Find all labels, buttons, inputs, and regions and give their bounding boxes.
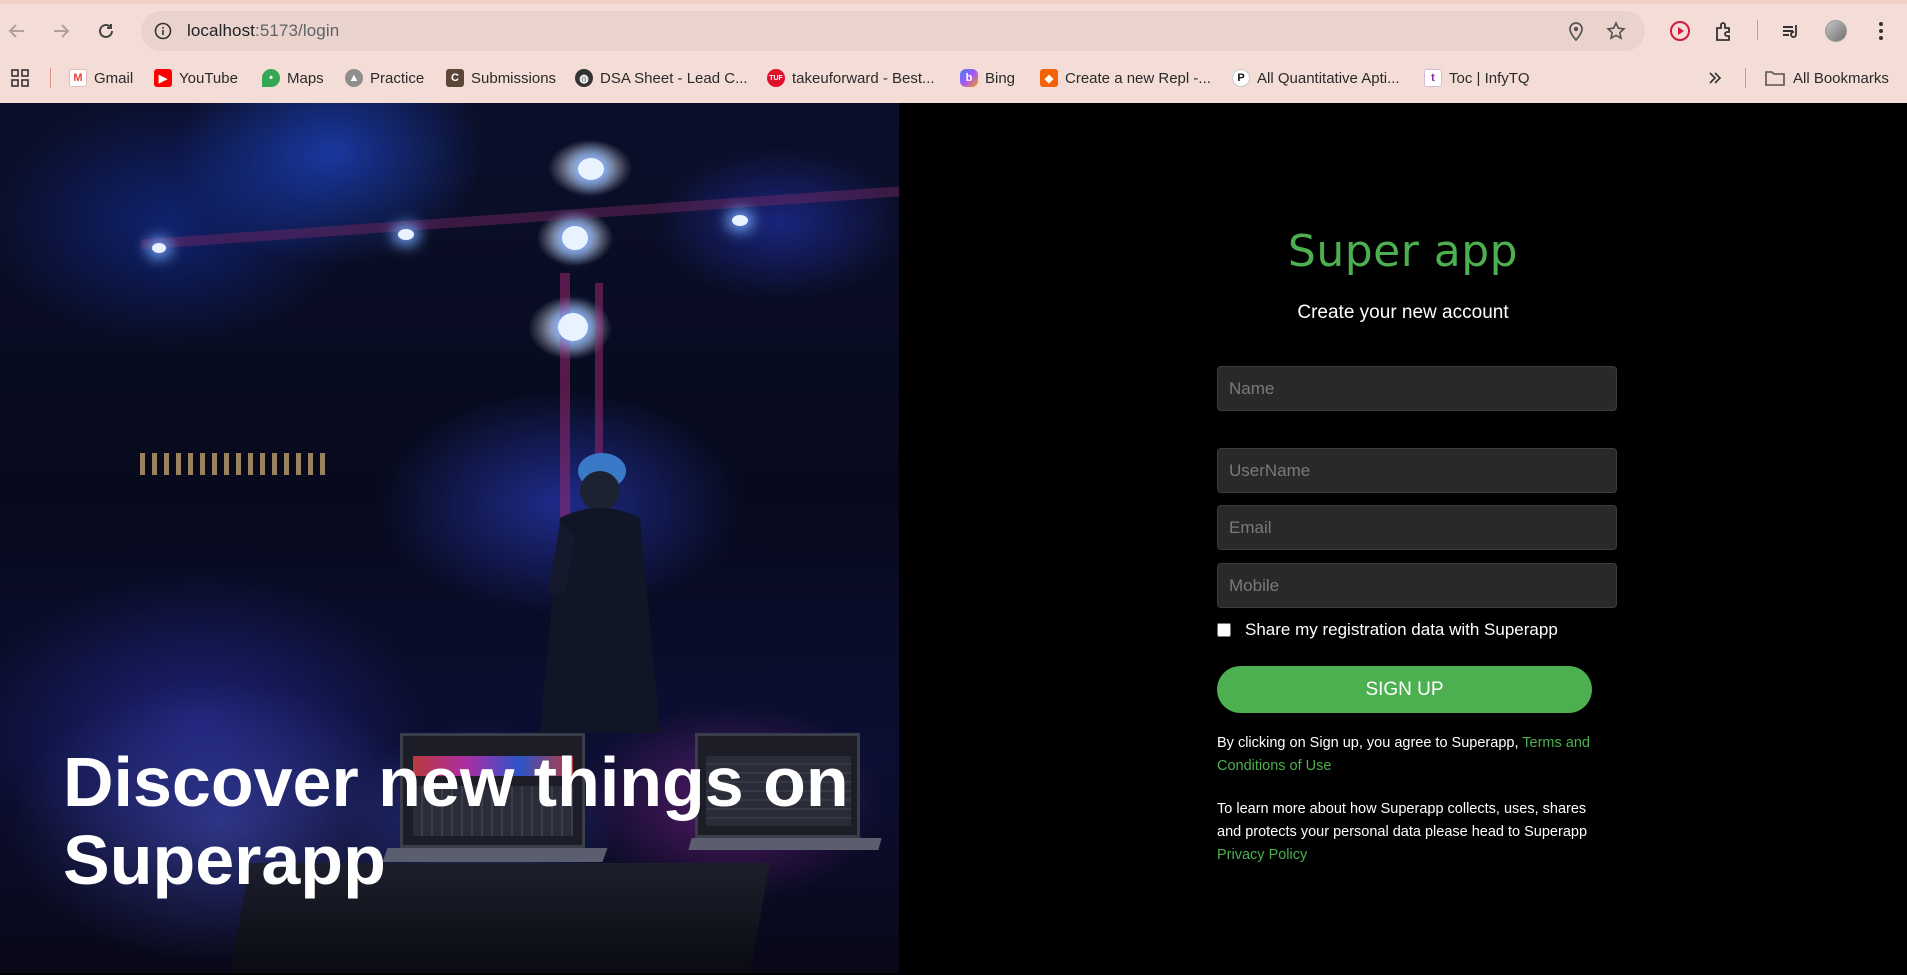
gmail-icon: M bbox=[69, 69, 87, 87]
codechef-icon: C bbox=[446, 69, 464, 87]
privacy-text: To learn more about how Superapp collect… bbox=[1217, 801, 1588, 840]
replit-icon: ◆ bbox=[1040, 69, 1058, 87]
browser-chrome: localhost:5173/login M Gmail ▶ YouTube •… bbox=[0, 0, 1907, 103]
bookmark-label: Create a new Repl -... bbox=[1065, 69, 1211, 87]
bookmark-label: Maps bbox=[287, 69, 324, 87]
forward-button[interactable] bbox=[44, 14, 78, 48]
stage-light bbox=[562, 226, 588, 250]
bookmarks-bar: M Gmail ▶ YouTube • Maps ▲ Practice C Su… bbox=[0, 62, 1907, 94]
infytq-icon: t bbox=[1424, 69, 1442, 87]
terms-text: By clicking on Sign up, you agree to Sup… bbox=[1217, 735, 1523, 751]
name-field[interactable] bbox=[1217, 366, 1617, 411]
username-field[interactable] bbox=[1217, 448, 1617, 493]
bookmark-dsa-sheet[interactable]: ◍ DSA Sheet - Lead C... bbox=[575, 62, 748, 94]
address-bar[interactable]: localhost:5173/login bbox=[141, 11, 1645, 51]
stage-light bbox=[152, 243, 166, 253]
bookmark-label: Practice bbox=[370, 69, 425, 87]
bookmark-gmail[interactable]: M Gmail bbox=[69, 62, 133, 94]
share-data-label: Share my registration data with Superapp bbox=[1245, 620, 1558, 639]
apps-grid-icon[interactable] bbox=[10, 62, 30, 94]
bookmark-label: All Quantitative Apti... bbox=[1257, 69, 1400, 87]
extensions-icon[interactable] bbox=[1707, 14, 1741, 48]
marquee-lights bbox=[140, 453, 330, 475]
bookmark-youtube[interactable]: ▶ YouTube bbox=[154, 62, 238, 94]
site-info-icon[interactable] bbox=[151, 19, 175, 43]
bookmarks-separator bbox=[50, 68, 51, 88]
bookmark-takeuforward[interactable]: TUF takeuforward - Best... bbox=[767, 62, 935, 94]
bing-icon: b bbox=[960, 69, 978, 87]
bookmark-practice[interactable]: ▲ Practice bbox=[345, 62, 424, 94]
reload-icon bbox=[99, 23, 113, 38]
url-path: :5173/login bbox=[255, 21, 340, 40]
bookmark-label: YouTube bbox=[179, 69, 238, 87]
bookmark-submissions[interactable]: C Submissions bbox=[446, 62, 556, 94]
location-pin-icon[interactable] bbox=[1564, 19, 1588, 43]
folder-icon bbox=[1765, 71, 1785, 86]
bookmark-label: Gmail bbox=[94, 69, 134, 87]
bookmark-bing[interactable]: b Bing bbox=[960, 62, 1015, 94]
signup-button[interactable]: SIGN UP bbox=[1217, 666, 1592, 713]
hero-headline: Discover new things on Superapp bbox=[63, 743, 849, 899]
p-icon: P bbox=[1232, 69, 1250, 87]
bookmark-star-icon[interactable] bbox=[1604, 19, 1628, 43]
maps-icon: • bbox=[262, 69, 280, 87]
share-data-row: Share my registration data with Superapp bbox=[1217, 620, 1558, 640]
tuf-icon: TUF bbox=[767, 69, 785, 87]
reload-button[interactable] bbox=[89, 14, 123, 48]
page: Discover new things on Superapp Super ap… bbox=[0, 103, 1907, 973]
bookmark-label: Bing bbox=[985, 69, 1016, 87]
youtube-icon: ▶ bbox=[154, 69, 172, 87]
toolbar-separator bbox=[1757, 20, 1758, 40]
share-data-checkbox[interactable] bbox=[1217, 623, 1231, 637]
hero-image: Discover new things on Superapp bbox=[0, 103, 899, 973]
bookmark-label: DSA Sheet - Lead C... bbox=[600, 69, 748, 87]
stage-light bbox=[732, 215, 748, 226]
performer-silhouette bbox=[540, 453, 660, 733]
rocket-icon: ▲ bbox=[345, 69, 363, 87]
all-bookmarks-button[interactable]: All Bookmarks bbox=[1765, 62, 1889, 94]
media-controls-icon[interactable] bbox=[1774, 14, 1808, 48]
bookmark-replit[interactable]: ◆ Create a new Repl -... bbox=[1040, 62, 1211, 94]
brand-logo: Super app bbox=[1287, 226, 1519, 277]
globe-icon: ◍ bbox=[575, 69, 593, 87]
privacy-policy-link[interactable]: Privacy Policy bbox=[1217, 847, 1307, 863]
tab-strip-edge bbox=[0, 0, 1907, 4]
url-host: localhost bbox=[187, 21, 255, 40]
mobile-field[interactable] bbox=[1217, 563, 1617, 608]
arrow-left-icon bbox=[8, 24, 24, 38]
menu-kebab-icon[interactable] bbox=[1864, 14, 1898, 48]
arrow-right-icon bbox=[54, 24, 70, 38]
bookmarks-separator bbox=[1745, 68, 1746, 88]
bookmark-quantitative[interactable]: P All Quantitative Apti... bbox=[1232, 62, 1400, 94]
form-subtitle: Create your new account bbox=[1297, 302, 1509, 323]
stage-truss bbox=[140, 186, 899, 250]
bookmarks-overflow-chevron-icon[interactable] bbox=[1708, 62, 1722, 94]
media-record-icon[interactable] bbox=[1663, 14, 1697, 48]
bookmark-label: Toc | InfyTQ bbox=[1449, 69, 1530, 87]
stage-light bbox=[398, 229, 414, 240]
back-button[interactable] bbox=[0, 14, 34, 48]
profile-avatar[interactable] bbox=[1819, 14, 1853, 48]
all-bookmarks-label: All Bookmarks bbox=[1793, 69, 1889, 87]
bookmark-label: Submissions bbox=[471, 69, 557, 87]
bookmark-infytq[interactable]: t Toc | InfyTQ bbox=[1424, 62, 1530, 94]
stage-light bbox=[558, 313, 588, 341]
url-text: localhost:5173/login bbox=[187, 21, 339, 41]
terms-notice: By clicking on Sign up, you agree to Sup… bbox=[1217, 732, 1592, 778]
bookmark-maps[interactable]: • Maps bbox=[262, 62, 324, 94]
stage-light bbox=[578, 158, 604, 180]
bookmark-label: takeuforward - Best... bbox=[792, 69, 935, 87]
email-field[interactable] bbox=[1217, 505, 1617, 550]
privacy-notice: To learn more about how Superapp collect… bbox=[1217, 798, 1592, 867]
